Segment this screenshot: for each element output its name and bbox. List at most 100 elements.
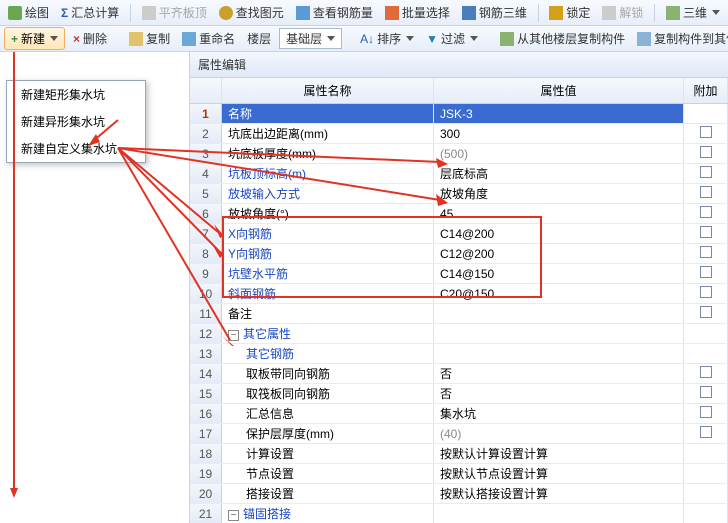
floor-label[interactable]: 楼层	[243, 28, 275, 49]
property-row[interactable]: 3坑底板厚度(mm)(500)	[190, 144, 728, 164]
value-cell[interactable]	[434, 504, 684, 523]
extra-checkbox[interactable]	[700, 146, 712, 158]
extra-cell[interactable]	[684, 344, 728, 363]
delete-button[interactable]: ×删除	[69, 28, 111, 49]
extra-cell[interactable]	[684, 304, 728, 323]
extra-checkbox[interactable]	[700, 366, 712, 378]
name-cell[interactable]: 名称	[222, 104, 434, 123]
value-cell[interactable]: JSK-3	[434, 104, 684, 123]
property-row[interactable]: 10斜面钢筋C20@150	[190, 284, 728, 304]
extra-cell[interactable]	[684, 164, 728, 183]
value-cell[interactable]: 300	[434, 124, 684, 143]
draw-button[interactable]: 绘图	[4, 2, 53, 23]
tri-view-button[interactable]: 三维	[662, 2, 724, 23]
name-cell[interactable]: X向钢筋	[222, 224, 434, 243]
value-cell[interactable]: C14@200	[434, 224, 684, 243]
name-cell[interactable]: 坑壁水平筋	[222, 264, 434, 283]
new-split-button[interactable]: + 新建	[4, 27, 65, 50]
find-elem-button[interactable]: 查找图元	[215, 2, 288, 23]
property-row[interactable]: 17保护层厚度(mm)(40)	[190, 424, 728, 444]
property-row[interactable]: 12−其它属性	[190, 324, 728, 344]
sum-button[interactable]: Σ汇总计算	[57, 2, 123, 23]
extra-checkbox[interactable]	[700, 426, 712, 438]
collapse-icon[interactable]: −	[228, 330, 239, 341]
value-cell[interactable]: C12@200	[434, 244, 684, 263]
extra-checkbox[interactable]	[700, 306, 712, 318]
property-row[interactable]: 16汇总信息集水坑	[190, 404, 728, 424]
value-cell[interactable]: 45	[434, 204, 684, 223]
copy-button[interactable]: 复制	[125, 28, 174, 49]
value-cell[interactable]	[434, 324, 684, 343]
value-cell[interactable]: 集水坑	[434, 404, 684, 423]
name-cell[interactable]: Y向钢筋	[222, 244, 434, 263]
name-cell[interactable]: 放坡角度(°)	[222, 204, 434, 223]
value-cell[interactable]: (40)	[434, 424, 684, 443]
name-cell[interactable]: 坑底板厚度(mm)	[222, 144, 434, 163]
extra-cell[interactable]	[684, 224, 728, 243]
value-cell[interactable]: 放坡角度	[434, 184, 684, 203]
extra-cell[interactable]	[684, 104, 728, 123]
menu-custom-sump[interactable]: 新建自定义集水坑	[7, 135, 145, 162]
extra-cell[interactable]	[684, 404, 728, 423]
name-cell[interactable]: −锚固搭接	[222, 504, 434, 523]
value-cell[interactable]: 按默认计算设置计算	[434, 444, 684, 463]
copy-to-button[interactable]: 复制构件到其他楼层	[633, 28, 728, 49]
property-row[interactable]: 11备注	[190, 304, 728, 324]
value-cell[interactable]: 层底标高	[434, 164, 684, 183]
property-row[interactable]: 15取筏板同向钢筋否	[190, 384, 728, 404]
extra-cell[interactable]	[684, 244, 728, 263]
property-row[interactable]: 19节点设置按默认节点设置计算	[190, 464, 728, 484]
sort-button[interactable]: A↓排序	[356, 28, 418, 49]
name-cell[interactable]: −其它属性	[222, 324, 434, 343]
collapse-icon[interactable]: −	[228, 510, 239, 521]
name-cell[interactable]: 斜面钢筋	[222, 284, 434, 303]
extra-checkbox[interactable]	[700, 386, 712, 398]
name-cell[interactable]: 其它钢筋	[222, 344, 434, 363]
extra-cell[interactable]	[684, 504, 728, 523]
property-row[interactable]: 13其它钢筋	[190, 344, 728, 364]
rebar-3d-button[interactable]: 钢筋三维	[458, 2, 531, 23]
extra-checkbox[interactable]	[700, 286, 712, 298]
value-cell[interactable]	[434, 344, 684, 363]
extra-cell[interactable]	[684, 384, 728, 403]
extra-cell[interactable]	[684, 484, 728, 503]
property-row[interactable]: 14取板带同向钢筋否	[190, 364, 728, 384]
floor-select[interactable]: 基础层	[279, 28, 342, 49]
name-cell[interactable]: 坑底出边距离(mm)	[222, 124, 434, 143]
value-cell[interactable]: C20@150	[434, 284, 684, 303]
value-cell[interactable]	[434, 304, 684, 323]
name-cell[interactable]: 保护层厚度(mm)	[222, 424, 434, 443]
value-cell[interactable]: 否	[434, 364, 684, 383]
property-row[interactable]: 9坑壁水平筋C14@150	[190, 264, 728, 284]
view-rebar-button[interactable]: 查看钢筋量	[292, 2, 377, 23]
menu-rect-sump[interactable]: 新建矩形集水坑	[7, 81, 145, 108]
extra-cell[interactable]	[684, 464, 728, 483]
property-row[interactable]: 1名称JSK-3	[190, 104, 728, 124]
extra-cell[interactable]	[684, 284, 728, 303]
name-cell[interactable]: 放坡输入方式	[222, 184, 434, 203]
extra-cell[interactable]	[684, 124, 728, 143]
extra-checkbox[interactable]	[700, 126, 712, 138]
name-cell[interactable]: 节点设置	[222, 464, 434, 483]
name-cell[interactable]: 汇总信息	[222, 404, 434, 423]
extra-cell[interactable]	[684, 204, 728, 223]
name-cell[interactable]: 取板带同向钢筋	[222, 364, 434, 383]
extra-checkbox[interactable]	[700, 266, 712, 278]
extra-cell[interactable]	[684, 324, 728, 343]
extra-cell[interactable]	[684, 444, 728, 463]
name-cell[interactable]: 坑板顶标高(m)	[222, 164, 434, 183]
property-row[interactable]: 21−锚固搭接	[190, 504, 728, 523]
property-row[interactable]: 20搭接设置按默认搭接设置计算	[190, 484, 728, 504]
property-row[interactable]: 18计算设置按默认计算设置计算	[190, 444, 728, 464]
extra-cell[interactable]	[684, 424, 728, 443]
extra-checkbox[interactable]	[700, 186, 712, 198]
extra-cell[interactable]	[684, 364, 728, 383]
value-cell[interactable]: (500)	[434, 144, 684, 163]
rename-button[interactable]: 重命名	[178, 28, 239, 49]
extra-cell[interactable]	[684, 144, 728, 163]
value-cell[interactable]: C14@150	[434, 264, 684, 283]
extra-checkbox[interactable]	[700, 246, 712, 258]
property-row[interactable]: 5放坡输入方式放坡角度	[190, 184, 728, 204]
name-cell[interactable]: 搭接设置	[222, 484, 434, 503]
value-cell[interactable]: 按默认搭接设置计算	[434, 484, 684, 503]
